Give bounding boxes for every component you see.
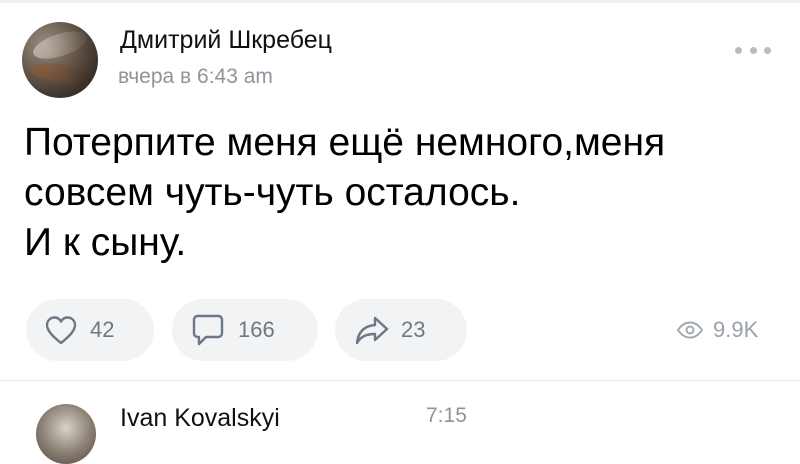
views-count: 9.9K: [713, 317, 759, 342]
eye-icon: [676, 321, 704, 339]
share-icon: [355, 316, 389, 345]
share-button[interactable]: 23: [335, 299, 467, 361]
comment-icon: [192, 314, 224, 346]
more-dot: [749, 46, 757, 54]
post-text-line: совсем чуть-чуть осталось.: [24, 171, 521, 214]
like-count: 42: [90, 317, 115, 342]
comment-count: 166: [238, 317, 275, 342]
more-dots-icon[interactable]: [735, 44, 771, 56]
comment-button[interactable]: 166: [172, 299, 318, 361]
avatar-shade: [29, 59, 91, 87]
post-text-line: И к сыну.: [24, 221, 187, 264]
post-text: Потерпите меня ещё немного,меня совсем ч…: [24, 118, 784, 268]
more-dot: [764, 46, 771, 54]
next-post-avatar[interactable]: [36, 404, 96, 464]
post-text-line: Потерпите меня ещё немного,меня: [24, 121, 666, 164]
post-divider: [0, 380, 800, 381]
views-counter: 9.9K: [676, 317, 758, 343]
post-card: Дмитрий Шкребец вчера в 6:43 am Потерпит…: [0, 0, 800, 380]
like-button[interactable]: 42: [26, 299, 154, 361]
post-time[interactable]: вчера в 6:43 am: [118, 65, 273, 89]
avatar-highlight: [29, 25, 91, 65]
author-name[interactable]: Дмитрий Шкребец: [120, 26, 332, 55]
next-post-time[interactable]: 7:15: [426, 404, 467, 428]
next-post-author[interactable]: Ivan Kovalskyi: [120, 404, 280, 433]
author-avatar[interactable]: [22, 22, 98, 98]
more-dot: [735, 46, 742, 54]
share-count: 23: [401, 317, 426, 342]
heart-icon: [45, 316, 77, 345]
